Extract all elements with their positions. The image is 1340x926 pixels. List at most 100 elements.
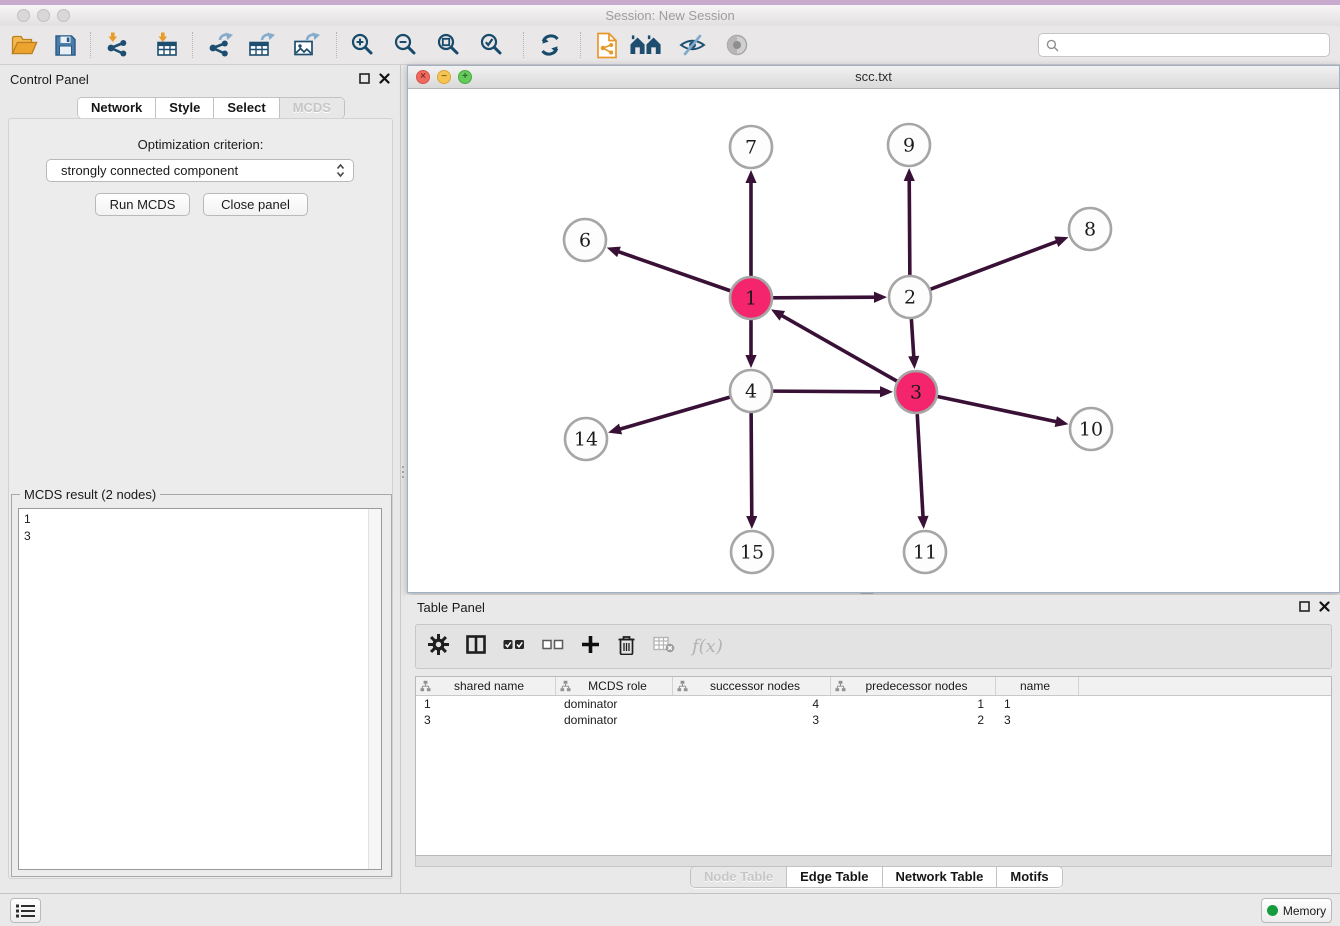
tab-select[interactable]: Select bbox=[214, 98, 279, 118]
graph-edge-2-3[interactable] bbox=[911, 319, 913, 358]
table-cell[interactable]: 1 bbox=[416, 696, 556, 712]
graph-node-11[interactable]: 11 bbox=[904, 531, 946, 573]
table-cell[interactable]: 2 bbox=[831, 712, 996, 728]
close-panel-button[interactable]: Close panel bbox=[203, 193, 308, 216]
apply-function-button[interactable]: f(x) bbox=[692, 636, 723, 657]
table-cell[interactable]: 3 bbox=[996, 712, 1079, 728]
tab-network-table[interactable]: Network Table bbox=[883, 867, 998, 887]
table-cell[interactable]: 4 bbox=[673, 696, 831, 712]
network-window-titlebar[interactable]: × − + scc.txt bbox=[408, 66, 1339, 89]
tab-network[interactable]: Network bbox=[78, 98, 156, 118]
graph-edge-4-14[interactable] bbox=[619, 397, 730, 429]
graph-node-10[interactable]: 10 bbox=[1070, 408, 1112, 450]
mcds-result-textarea[interactable]: 13 bbox=[18, 508, 382, 870]
graph-node-9[interactable]: 9 bbox=[888, 124, 930, 166]
graph-edge-2-9[interactable] bbox=[909, 179, 910, 275]
network-file-button[interactable] bbox=[591, 29, 623, 61]
network-graph[interactable]: 7 9 6 8 1 2 4 3 14 10 15 11 bbox=[408, 89, 1339, 592]
graph-edge-1-2[interactable] bbox=[773, 297, 876, 298]
search-input[interactable] bbox=[1064, 38, 1322, 53]
table-cell[interactable]: 3 bbox=[416, 712, 556, 728]
sort-column-icon bbox=[835, 680, 846, 692]
column-header-shared-name[interactable]: shared name bbox=[416, 677, 556, 695]
network-maximize-button[interactable]: + bbox=[458, 70, 472, 84]
home-button[interactable] bbox=[630, 29, 662, 61]
import-table-button[interactable] bbox=[151, 29, 183, 61]
node-label: 8 bbox=[1084, 219, 1096, 241]
column-header-MCDS-role[interactable]: MCDS role bbox=[556, 677, 673, 695]
graph-edge-3-11[interactable] bbox=[917, 414, 923, 518]
float-panel-icon[interactable] bbox=[359, 73, 370, 84]
deselect-all-button[interactable] bbox=[542, 638, 564, 656]
graph-node-14[interactable]: 14 bbox=[565, 418, 607, 460]
add-row-button[interactable] bbox=[581, 635, 600, 659]
save-session-button[interactable] bbox=[49, 29, 81, 61]
graph-node-6[interactable]: 6 bbox=[564, 219, 606, 261]
node-table[interactable]: shared nameMCDS rolesuccessor nodesprede… bbox=[415, 676, 1332, 856]
zoom-out-button[interactable] bbox=[390, 29, 422, 61]
graph-node-4[interactable]: 4 bbox=[730, 370, 772, 412]
delete-table-button[interactable] bbox=[653, 636, 675, 658]
tab-style[interactable]: Style bbox=[156, 98, 214, 118]
graph-edge-4-3[interactable] bbox=[773, 391, 882, 392]
run-mcds-button[interactable]: Run MCDS bbox=[95, 193, 190, 216]
toolbar-separator bbox=[523, 32, 524, 58]
float-panel-icon[interactable] bbox=[1299, 601, 1310, 612]
export-network-button[interactable] bbox=[203, 29, 235, 61]
table-cell[interactable]: dominator bbox=[556, 696, 673, 712]
result-scrollbar[interactable] bbox=[368, 509, 381, 869]
close-panel-icon[interactable] bbox=[1319, 601, 1330, 612]
table-cell[interactable]: 1 bbox=[996, 696, 1079, 712]
graph-node-7[interactable]: 7 bbox=[730, 126, 772, 168]
graph-edge-2-8[interactable] bbox=[931, 241, 1059, 289]
node-label: 1 bbox=[745, 288, 757, 310]
select-all-button[interactable] bbox=[503, 638, 525, 656]
open-folder-icon bbox=[11, 34, 38, 57]
table-cell[interactable]: 1 bbox=[831, 696, 996, 712]
task-history-button[interactable] bbox=[10, 898, 41, 923]
graph-edge-3-1[interactable] bbox=[781, 315, 897, 381]
column-settings-button[interactable] bbox=[428, 634, 449, 660]
node-label: 4 bbox=[745, 381, 757, 403]
table-cell[interactable]: dominator bbox=[556, 712, 673, 728]
graph-edge-3-10[interactable] bbox=[938, 397, 1058, 422]
graph-node-2[interactable]: 2 bbox=[889, 276, 931, 318]
export-image-button[interactable] bbox=[290, 29, 322, 61]
show-graphics-button[interactable] bbox=[721, 29, 753, 61]
zoom-selected-button[interactable] bbox=[476, 29, 508, 61]
apply-layout-button[interactable] bbox=[534, 29, 566, 61]
memory-button[interactable]: Memory bbox=[1261, 898, 1332, 923]
open-session-button[interactable] bbox=[8, 29, 40, 61]
delete-row-button[interactable] bbox=[617, 634, 636, 660]
hide-graphics-button[interactable] bbox=[676, 29, 708, 61]
split-view-button[interactable] bbox=[466, 635, 486, 659]
graph-node-8[interactable]: 8 bbox=[1069, 208, 1111, 250]
edge-arrowhead bbox=[608, 424, 622, 435]
close-panel-icon[interactable] bbox=[379, 73, 390, 84]
import-network-button[interactable] bbox=[101, 29, 133, 61]
zoom-fit-button[interactable] bbox=[433, 29, 465, 61]
network-minimize-button[interactable]: − bbox=[437, 70, 451, 84]
vertical-splitter[interactable] bbox=[400, 460, 406, 484]
tab-node-table[interactable]: Node Table bbox=[691, 867, 787, 887]
tab-mcds[interactable]: MCDS bbox=[280, 98, 344, 118]
tab-motifs[interactable]: Motifs bbox=[997, 867, 1061, 887]
table-row[interactable]: 1dominator411 bbox=[416, 696, 1331, 712]
export-table-button[interactable] bbox=[245, 29, 277, 61]
table-row[interactable]: 3dominator323 bbox=[416, 712, 1331, 728]
search-box[interactable] bbox=[1038, 33, 1330, 57]
graph-node-1[interactable]: 1 bbox=[730, 277, 772, 319]
network-close-button[interactable]: × bbox=[416, 70, 430, 84]
graph-edge-4-15[interactable] bbox=[751, 413, 752, 518]
column-header-successor-nodes[interactable]: successor nodes bbox=[673, 677, 831, 695]
graph-node-3[interactable]: 3 bbox=[895, 371, 937, 413]
column-header-name[interactable]: name bbox=[996, 677, 1079, 695]
tab-edge-table[interactable]: Edge Table bbox=[787, 867, 882, 887]
table-cell[interactable]: 3 bbox=[673, 712, 831, 728]
zoom-in-button[interactable] bbox=[347, 29, 379, 61]
eye-disabled-icon bbox=[725, 33, 749, 57]
column-header-predecessor-nodes[interactable]: predecessor nodes bbox=[831, 677, 996, 695]
graph-node-15[interactable]: 15 bbox=[731, 531, 773, 573]
graph-edge-1-6[interactable] bbox=[617, 251, 730, 291]
criterion-dropdown[interactable]: strongly connected component bbox=[46, 159, 354, 182]
